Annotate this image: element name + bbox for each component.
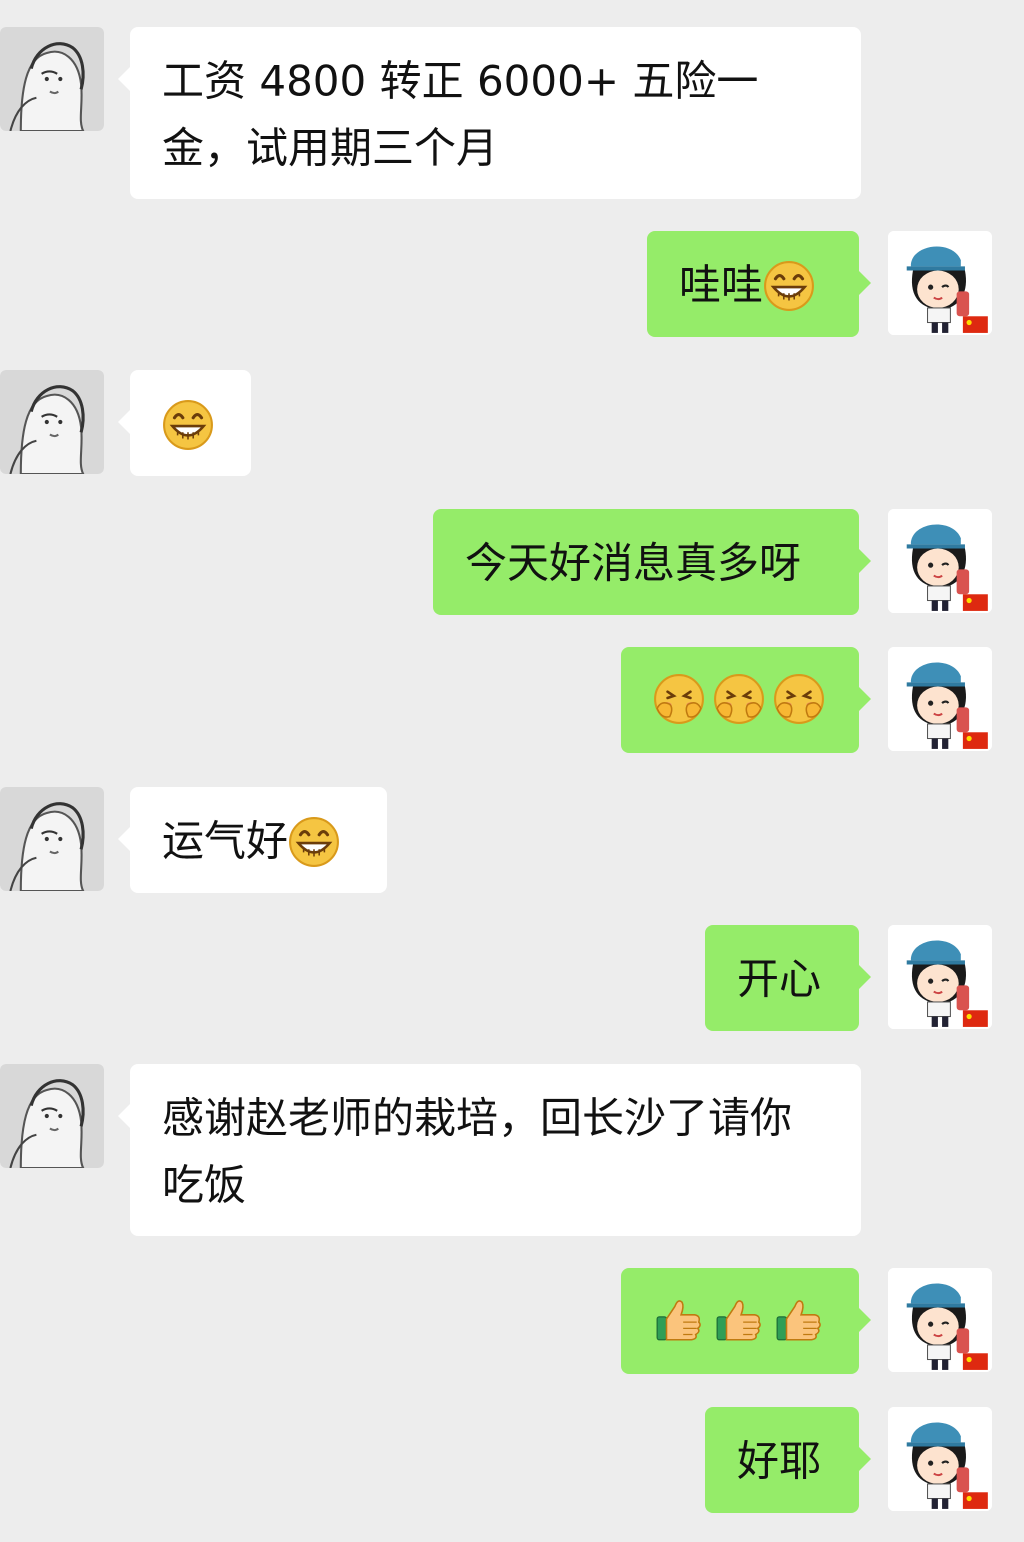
shy-cover-face-emoji-icon (713, 673, 765, 725)
contact-avatar[interactable] (0, 787, 104, 891)
incoming-message-bubble[interactable]: 感谢赵老师的栽培，回长沙了请你吃饭 (118, 1064, 861, 1236)
thumbs-up-emoji-icon (713, 1294, 765, 1346)
cartoon-girl-avatar-icon (888, 647, 992, 751)
message-text: 开心 (737, 954, 822, 1004)
contact-avatar[interactable] (0, 1064, 104, 1168)
incoming-message-bubble[interactable]: 运气好 (118, 787, 387, 893)
sketch-girls-avatar-icon (0, 787, 104, 891)
message-text: 好耶 (737, 1436, 822, 1486)
self-avatar[interactable] (888, 1268, 992, 1372)
contact-avatar[interactable] (0, 27, 104, 131)
self-avatar[interactable] (888, 1407, 992, 1511)
contact-avatar[interactable] (0, 370, 104, 474)
incoming-message-bubble[interactable] (118, 370, 251, 476)
cartoon-girl-avatar-icon (888, 1268, 992, 1372)
message-text: 哇哇 (679, 260, 764, 310)
outgoing-message-bubble[interactable] (621, 647, 871, 753)
cartoon-girl-avatar-icon (888, 509, 992, 613)
self-avatar[interactable] (888, 925, 992, 1029)
sketch-girls-avatar-icon (0, 370, 104, 474)
grin-emoji-icon (763, 260, 815, 312)
self-avatar[interactable] (888, 231, 992, 335)
outgoing-message-bubble[interactable] (621, 1268, 871, 1374)
self-avatar[interactable] (888, 509, 992, 613)
grin-emoji-icon (162, 399, 214, 451)
message-text: 工资 4800 转正 6000+ 五险一金，试用期三个月 (162, 56, 759, 173)
thumbs-up-emoji-icon (773, 1294, 825, 1346)
self-avatar[interactable] (888, 647, 992, 751)
shy-cover-face-emoji-icon (773, 673, 825, 725)
incoming-message-bubble[interactable]: 工资 4800 转正 6000+ 五险一金，试用期三个月 (118, 27, 861, 199)
shy-cover-face-emoji-icon (653, 673, 705, 725)
outgoing-message-bubble[interactable]: 开心 (705, 925, 871, 1031)
sketch-girls-avatar-icon (0, 27, 104, 131)
outgoing-message-bubble[interactable]: 今天好消息真多呀 (433, 509, 871, 615)
message-text: 感谢赵老师的栽培，回长沙了请你吃饭 (162, 1093, 793, 1210)
cartoon-girl-avatar-icon (888, 1407, 992, 1511)
cartoon-girl-avatar-icon (888, 231, 992, 335)
outgoing-message-bubble[interactable]: 好耶 (705, 1407, 871, 1513)
cartoon-girl-avatar-icon (888, 925, 992, 1029)
sketch-girls-avatar-icon (0, 1064, 104, 1168)
message-text: 运气好 (162, 816, 289, 866)
grin-emoji-icon (288, 816, 340, 868)
message-text: 今天好消息真多呀 (465, 538, 802, 588)
outgoing-message-bubble[interactable]: 哇哇 (647, 231, 871, 337)
thumbs-up-emoji-icon (653, 1294, 705, 1346)
